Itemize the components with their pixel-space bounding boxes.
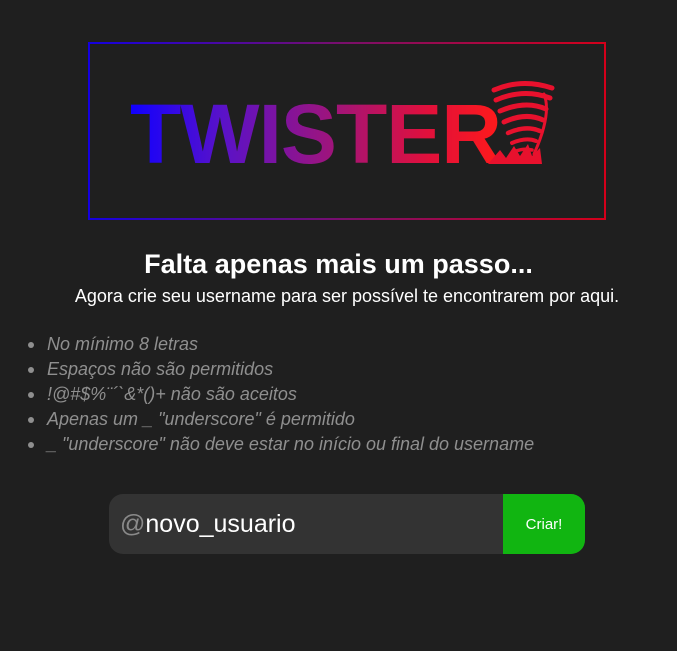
tornado-icon [488, 81, 555, 164]
username-field-wrapper: @ [109, 494, 503, 554]
rule-underscore-position: _ "underscore" não deve estar no início … [26, 432, 534, 457]
username-rules-list: No mínimo 8 letras Espaços não são permi… [26, 332, 534, 457]
rule-no-spaces: Espaços não são permitidos [26, 357, 534, 382]
rule-no-special-chars: !@#$%¨´`&*()+ não são aceitos [26, 382, 534, 407]
page-title: Falta apenas mais um passo... [144, 249, 533, 279]
username-form: @ Criar! [109, 494, 585, 554]
username-setup-page: TWISTER Falta apenas mais um passo... Ag… [0, 0, 677, 651]
logo-frame: TWISTER [88, 42, 606, 220]
rule-single-underscore: Apenas um _ "underscore" é permitido [26, 407, 534, 432]
username-input[interactable] [145, 509, 486, 539]
page-subtitle: Agora crie seu username para ser possíve… [74, 286, 620, 306]
rule-min-length: No mínimo 8 letras [26, 332, 534, 357]
create-button[interactable]: Criar! [503, 494, 585, 554]
logo-wordmark: TWISTER [130, 87, 502, 181]
at-prefix: @ [120, 510, 146, 538]
